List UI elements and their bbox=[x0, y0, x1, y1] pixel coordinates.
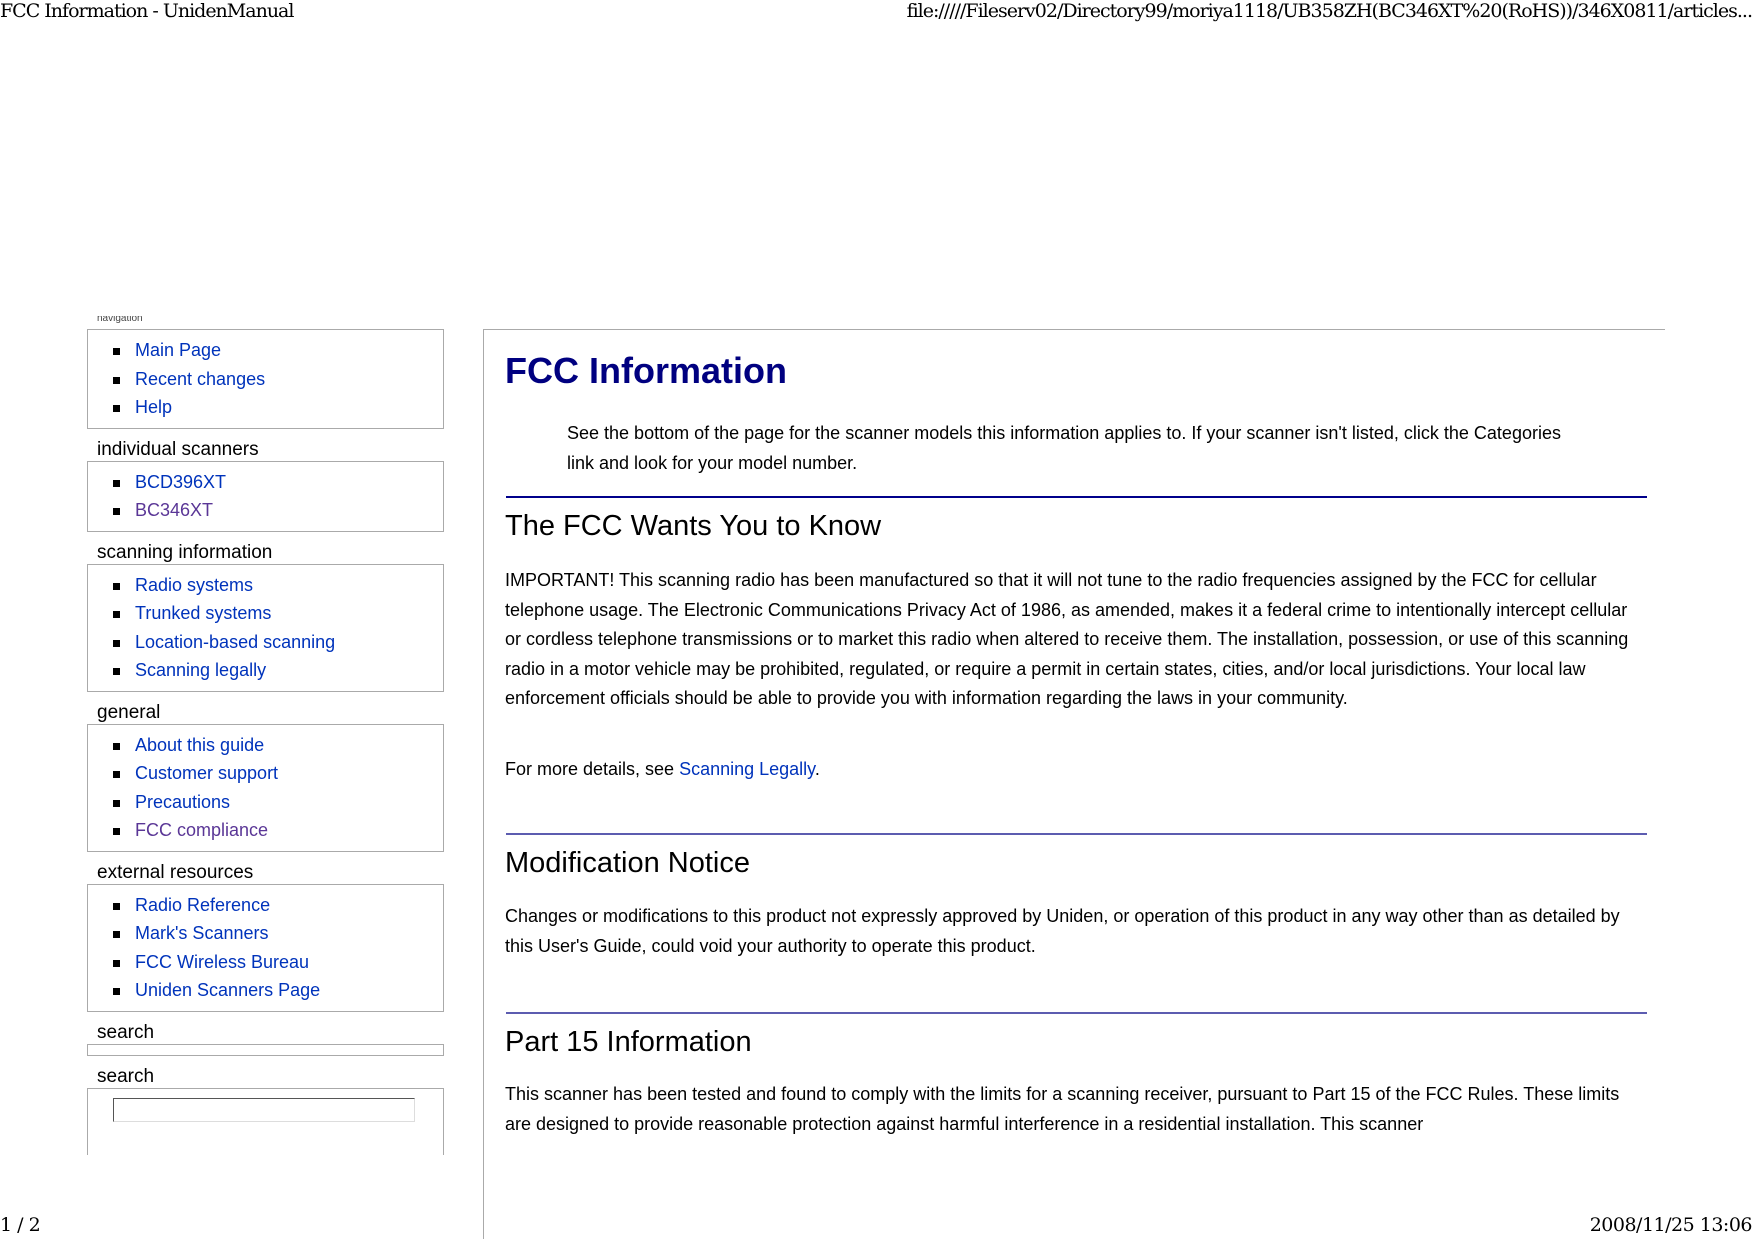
nav-link[interactable]: Location-based scanning bbox=[135, 632, 335, 652]
nav-box-general: About this guide Customer support Precau… bbox=[87, 723, 444, 852]
nav-item-help[interactable]: Help bbox=[113, 393, 443, 422]
nav-link[interactable]: Precautions bbox=[135, 792, 230, 812]
square-bullet-icon bbox=[113, 479, 120, 487]
nav-item-about-this-guide[interactable]: About this guide bbox=[113, 731, 443, 760]
section-heading-modification-notice: Modification Notice bbox=[505, 847, 750, 879]
nav-link[interactable]: Help bbox=[135, 397, 172, 417]
nav-section-title-scanning-information: scanning information bbox=[97, 541, 273, 563]
square-bullet-icon bbox=[113, 959, 120, 967]
square-bullet-icon bbox=[113, 742, 120, 750]
content-panel: FCC Information See the bottom of the pa… bbox=[483, 329, 1665, 1239]
nav-box-search-empty bbox=[87, 1043, 444, 1056]
nav-item-bcd396xt[interactable]: BCD396XT bbox=[113, 468, 443, 497]
nav-link[interactable]: Recent changes bbox=[135, 369, 265, 389]
nav-section-title-search-2: search bbox=[97, 1065, 155, 1087]
nav-link[interactable]: Radio systems bbox=[135, 575, 253, 595]
nav-box-search bbox=[87, 1087, 444, 1155]
nav-section-title-general: general bbox=[97, 701, 161, 723]
nav-link[interactable]: Radio Reference bbox=[135, 895, 270, 915]
nav-link[interactable]: Mark's Scanners bbox=[135, 923, 268, 943]
nav-link[interactable]: Scanning legally bbox=[135, 660, 266, 680]
nav-item-trunked-systems[interactable]: Trunked systems bbox=[113, 599, 443, 628]
nav-link[interactable]: BCD396XT bbox=[135, 472, 226, 492]
intro-note: See the bottom of the page for the scann… bbox=[567, 423, 1561, 473]
square-bullet-icon bbox=[113, 931, 120, 938]
section-paragraph-modification-notice: Changes or modifications to this product… bbox=[505, 906, 1620, 956]
nav-box-external-resources: Radio Reference Mark's Scanners FCC Wire… bbox=[87, 883, 444, 1012]
square-bullet-icon bbox=[113, 988, 120, 995]
section-heading-fcc-wants-you-to-know: The FCC Wants You to Know bbox=[505, 510, 882, 542]
print-header-title: FCC Information - UnidenManual bbox=[0, 0, 294, 22]
nav-item-radio-reference[interactable]: Radio Reference bbox=[113, 891, 443, 920]
nav-item-precautions[interactable]: Precautions bbox=[113, 788, 443, 817]
nav-item-bc346xt[interactable]: BC346XT bbox=[113, 496, 443, 525]
nav-section-title-individual-scanners: individual scanners bbox=[97, 438, 259, 460]
more-details-prefix: For more details, see bbox=[505, 759, 680, 779]
nav-section-title-search-1: search bbox=[97, 1021, 155, 1043]
print-footer-page-number: 1 / 2 bbox=[0, 1214, 41, 1236]
nav-item-recent-changes[interactable]: Recent changes bbox=[113, 365, 443, 394]
square-bullet-icon bbox=[113, 799, 120, 807]
square-bullet-icon bbox=[113, 828, 120, 835]
more-details-suffix: . bbox=[814, 759, 820, 779]
square-bullet-icon bbox=[113, 405, 120, 412]
section-divider bbox=[506, 833, 1647, 835]
nav-link[interactable]: FCC compliance bbox=[135, 820, 268, 840]
nav-link[interactable]: FCC Wireless Bureau bbox=[135, 952, 309, 972]
nav-item-scanning-legally[interactable]: Scanning legally bbox=[113, 656, 443, 685]
square-bullet-icon bbox=[113, 348, 120, 355]
nav-link[interactable]: Trunked systems bbox=[135, 603, 271, 623]
section-paragraph-fcc-wants-you-to-know: IMPORTANT! This scanning radio has been … bbox=[505, 570, 1629, 708]
sidebar: navigation Main Page Recent changes Help… bbox=[87, 316, 444, 1165]
square-bullet-icon bbox=[113, 582, 120, 590]
square-bullet-icon bbox=[113, 771, 120, 778]
section-paragraph-part-15-information: This scanner has been tested and found t… bbox=[505, 1084, 1620, 1134]
square-bullet-icon bbox=[113, 376, 120, 384]
nav-box-scanning-information: Radio systems Trunked systems Location-b… bbox=[87, 563, 444, 692]
section-heading-part-15-information: Part 15 Information bbox=[505, 1026, 752, 1058]
square-bullet-icon bbox=[113, 508, 120, 515]
nav-link[interactable]: Uniden Scanners Page bbox=[135, 980, 320, 1000]
square-bullet-icon bbox=[113, 668, 120, 675]
section-divider bbox=[506, 1012, 1647, 1014]
nav-section-title-navigation: navigation bbox=[97, 316, 143, 324]
nav-item-marks-scanners[interactable]: Mark's Scanners bbox=[113, 919, 443, 948]
nav-link[interactable]: BC346XT bbox=[135, 500, 213, 520]
nav-item-fcc-wireless-bureau[interactable]: FCC Wireless Bureau bbox=[113, 948, 443, 977]
nav-item-fcc-compliance[interactable]: FCC compliance bbox=[113, 816, 443, 845]
nav-item-customer-support[interactable]: Customer support bbox=[113, 759, 443, 788]
nav-box-navigation: Main Page Recent changes Help bbox=[87, 329, 444, 429]
square-bullet-icon bbox=[113, 611, 120, 618]
search-input[interactable] bbox=[113, 1097, 415, 1122]
nav-item-radio-systems[interactable]: Radio systems bbox=[113, 571, 443, 600]
more-details-line: For more details, see Scanning Legally. bbox=[505, 755, 1645, 785]
square-bullet-icon bbox=[113, 639, 120, 647]
nav-box-individual-scanners: BCD396XT BC346XT bbox=[87, 460, 444, 532]
nav-item-uniden-scanners-page[interactable]: Uniden Scanners Page bbox=[113, 976, 443, 1005]
print-header-url: file://///Fileserv02/Directory99/moriya1… bbox=[906, 0, 1753, 22]
nav-section-title-external-resources: external resources bbox=[97, 861, 254, 883]
page-title: FCC Information bbox=[505, 350, 787, 391]
square-bullet-icon bbox=[113, 902, 120, 910]
nav-item-main-page[interactable]: Main Page bbox=[113, 336, 443, 365]
nav-link[interactable]: Customer support bbox=[135, 763, 278, 783]
nav-item-location-based-scanning[interactable]: Location-based scanning bbox=[113, 628, 443, 657]
nav-link[interactable]: Main Page bbox=[135, 340, 221, 360]
section-divider bbox=[506, 496, 1647, 498]
print-footer-datetime: 2008/11/25 13:06 bbox=[1589, 1214, 1753, 1236]
scanning-legally-link[interactable]: Scanning Legally bbox=[679, 759, 815, 779]
nav-link[interactable]: About this guide bbox=[135, 735, 264, 755]
